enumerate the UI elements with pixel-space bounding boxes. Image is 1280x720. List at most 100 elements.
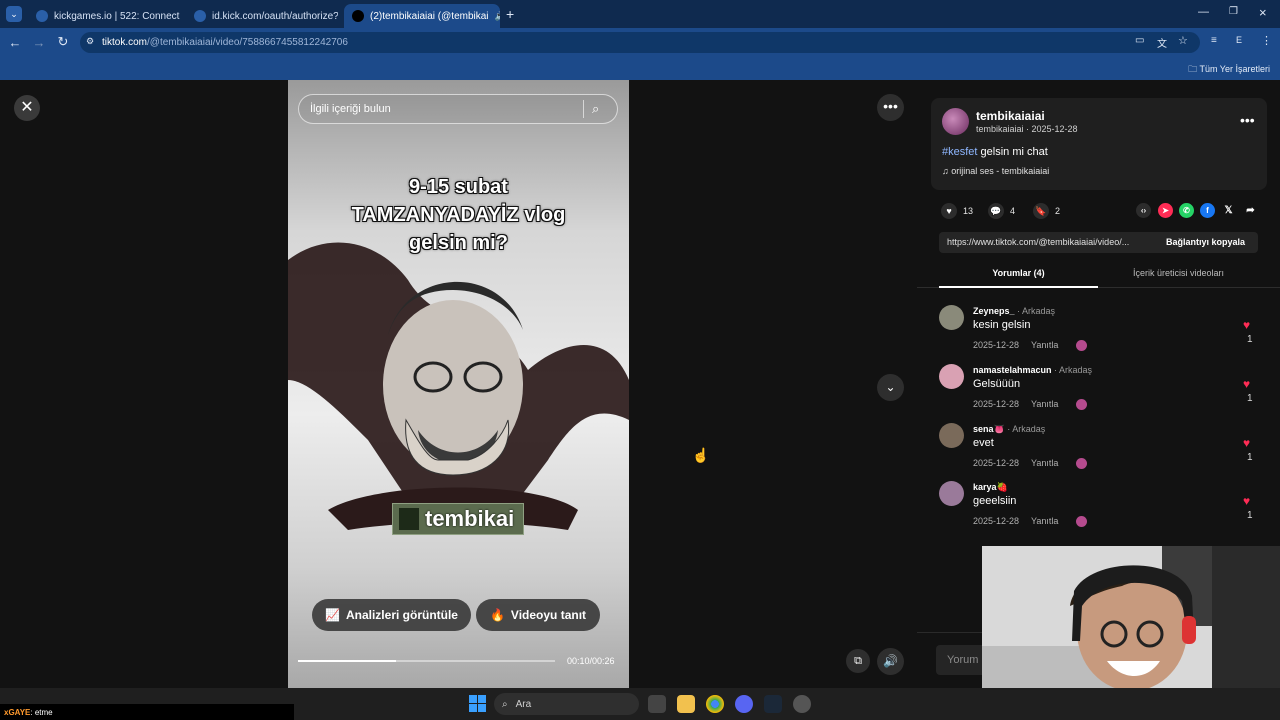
webcam-overlay xyxy=(982,546,1280,688)
hashtag-link[interactable]: #kesfet xyxy=(942,146,977,158)
bookmark-star-icon[interactable]: ☆ xyxy=(1178,34,1188,47)
like-button[interactable]: ♥ 13 xyxy=(941,203,973,219)
new-tab-button[interactable]: + xyxy=(506,6,514,22)
reply-button[interactable]: Yanıtla xyxy=(1031,340,1058,350)
comment-username: karya🍓 xyxy=(973,482,1008,492)
avatar[interactable] xyxy=(942,108,969,135)
video-backdrop-right xyxy=(629,80,917,688)
comment-button[interactable]: 💬 4 xyxy=(988,203,1015,219)
embed-icon[interactable]: ‹› xyxy=(1136,203,1151,218)
tab-creator-videos[interactable]: İçerik üreticisi videoları xyxy=(1099,268,1258,278)
globe-icon xyxy=(194,10,206,22)
tab-search-icon[interactable]: ⌄ xyxy=(6,6,22,22)
folder-icon: 🗀 xyxy=(1188,64,1200,74)
reply-button[interactable]: Yanıtla xyxy=(1031,399,1058,409)
send-icon[interactable]: ➤ xyxy=(1158,203,1173,218)
progress-fill xyxy=(298,660,396,662)
promote-button[interactable]: 🔥 Videoyu tanıt xyxy=(476,599,600,631)
comment-like-icon[interactable]: ♥ xyxy=(1243,494,1250,508)
comment-date: 2025-12-28 xyxy=(973,399,1020,409)
restore-button[interactable]: ❐ xyxy=(1229,6,1238,17)
speaker-icon[interactable]: 🔊 xyxy=(495,11,500,22)
close-window-button[interactable]: × xyxy=(1259,5,1267,20)
avatar[interactable] xyxy=(939,364,964,389)
watermark-icon xyxy=(399,508,419,530)
tab-tiktok[interactable]: (2)tembikaiaiai (@tembikai 🔊 × xyxy=(344,4,500,28)
comment-input[interactable]: Yorum xyxy=(936,645,986,675)
minimize-button[interactable]: — xyxy=(1198,6,1209,18)
chrome-icon[interactable] xyxy=(706,695,724,713)
steam-icon[interactable] xyxy=(764,695,782,713)
author-more-icon[interactable]: ••• xyxy=(1240,112,1255,128)
post-description: #kesfet gelsin mi chat xyxy=(942,146,1048,158)
ticker-text: : etme xyxy=(30,708,53,717)
pip-button[interactable]: ⧉ xyxy=(846,649,870,673)
site-info-icon[interactable]: ⚙ xyxy=(86,36,94,47)
avatar[interactable] xyxy=(939,423,964,448)
search-placeholder: İlgili içeriği bulun xyxy=(310,103,391,115)
tab-kickgames[interactable]: kickgames.io | 522: Connection × xyxy=(28,4,180,28)
comment-like-icon[interactable]: ♥ xyxy=(1243,377,1250,391)
forward-icon[interactable]: → xyxy=(27,35,51,50)
author-name[interactable]: tembikaiaiai xyxy=(976,109,1045,123)
facebook-icon[interactable]: f xyxy=(1200,203,1215,218)
link-text: https://www.tiktok.com/@tembikaiaiai/vid… xyxy=(947,237,1130,247)
share-arrow-icon[interactable]: ➦ xyxy=(1243,203,1258,218)
profile-icon[interactable]: E xyxy=(1236,35,1242,45)
cast-icon[interactable]: ▭ xyxy=(1135,35,1144,46)
media-icon[interactable]: ≡ xyxy=(1211,35,1217,46)
reply-button[interactable]: Yanıtla xyxy=(1031,458,1058,468)
back-icon[interactable]: ← xyxy=(3,35,27,50)
friend-tag: · Arkadaş xyxy=(1014,306,1056,316)
caption-line: gelsin mi? xyxy=(409,232,508,254)
comment-text: kesin gelsin xyxy=(973,319,1031,331)
tab-kick-oauth[interactable]: id.kick.com/oauth/authorize?re × xyxy=(186,4,338,28)
comment-item: sena👅 · Arkadaş evet 2025-12-28 Yanıtla … xyxy=(939,423,1259,475)
taskbar-search[interactable]: ⌕ Ara xyxy=(494,693,639,715)
taskbar-search-label: Ara xyxy=(515,698,532,710)
search-divider xyxy=(583,100,584,118)
analytics-button[interactable]: 📈 Analizleri görüntüle xyxy=(312,599,471,631)
comment-like-icon[interactable]: ♥ xyxy=(1243,318,1250,332)
close-video-button[interactable]: ✕ xyxy=(14,95,40,121)
video-player[interactable]: 9-15 subat TAMZANYADAYİZ vlog gelsin mi?… xyxy=(288,80,629,688)
translate-icon[interactable]: 文 xyxy=(1157,35,1167,50)
music-note-icon: ♫ xyxy=(942,166,952,176)
app-icon[interactable] xyxy=(793,695,811,713)
comment-user[interactable]: Zeyneps_ · Arkadaş xyxy=(973,306,1055,316)
creator-like-icon xyxy=(1076,458,1087,469)
menu-icon[interactable]: ⋮ xyxy=(1261,34,1272,47)
reply-button[interactable]: Yanıtla xyxy=(1031,516,1058,526)
whatsapp-icon[interactable]: ✆ xyxy=(1179,203,1194,218)
search-icon[interactable]: ⌕ xyxy=(592,101,599,117)
comment-like-icon[interactable]: ♥ xyxy=(1243,436,1250,450)
avatar[interactable] xyxy=(939,481,964,506)
task-view-icon[interactable] xyxy=(648,695,666,713)
creator-like-icon xyxy=(1076,340,1087,351)
volume-button[interactable]: 🔊 xyxy=(877,648,904,675)
like-count: 13 xyxy=(963,206,974,216)
comment-username: sena👅 xyxy=(973,424,1005,434)
address-bar[interactable]: tiktok.com /@tembikaiaiai/video/75886674… xyxy=(80,32,1200,53)
music-link[interactable]: ♫ orijinal ses - tembikaiaiai xyxy=(942,166,1049,176)
comment-user[interactable]: sena👅 · Arkadaş xyxy=(973,424,1045,435)
comment-like-count: 1 xyxy=(1247,334,1253,345)
copy-link-button[interactable]: Bağlantıyı kopyala xyxy=(1153,232,1258,253)
comment-user[interactable]: namastelahmacun · Arkadaş xyxy=(973,365,1092,375)
more-options-button[interactable]: ••• xyxy=(877,94,904,121)
x-icon[interactable]: 𝕏 xyxy=(1221,203,1236,218)
discord-icon[interactable] xyxy=(735,695,753,713)
avatar[interactable] xyxy=(939,305,964,330)
tab-comments[interactable]: Yorumlar (4) xyxy=(939,268,1098,278)
video-search-input[interactable]: İlgili içeriği bulun xyxy=(298,94,618,124)
save-button[interactable]: 🔖 2 xyxy=(1033,203,1060,219)
file-explorer-icon[interactable] xyxy=(677,695,695,713)
reload-icon[interactable]: ↻ xyxy=(51,34,75,50)
next-video-button[interactable]: ⌄ xyxy=(877,374,904,401)
windows-start-icon[interactable] xyxy=(469,695,486,712)
all-bookmarks[interactable]: 🗀 Tüm Yer İşaretleri xyxy=(1188,62,1270,78)
comment-username: namastelahmacun xyxy=(973,365,1052,375)
comment-user[interactable]: karya🍓 xyxy=(973,482,1008,493)
tab-label: kickgames.io | 522: Connection xyxy=(54,10,180,22)
mouse-cursor-icon: ☝ xyxy=(692,447,710,463)
